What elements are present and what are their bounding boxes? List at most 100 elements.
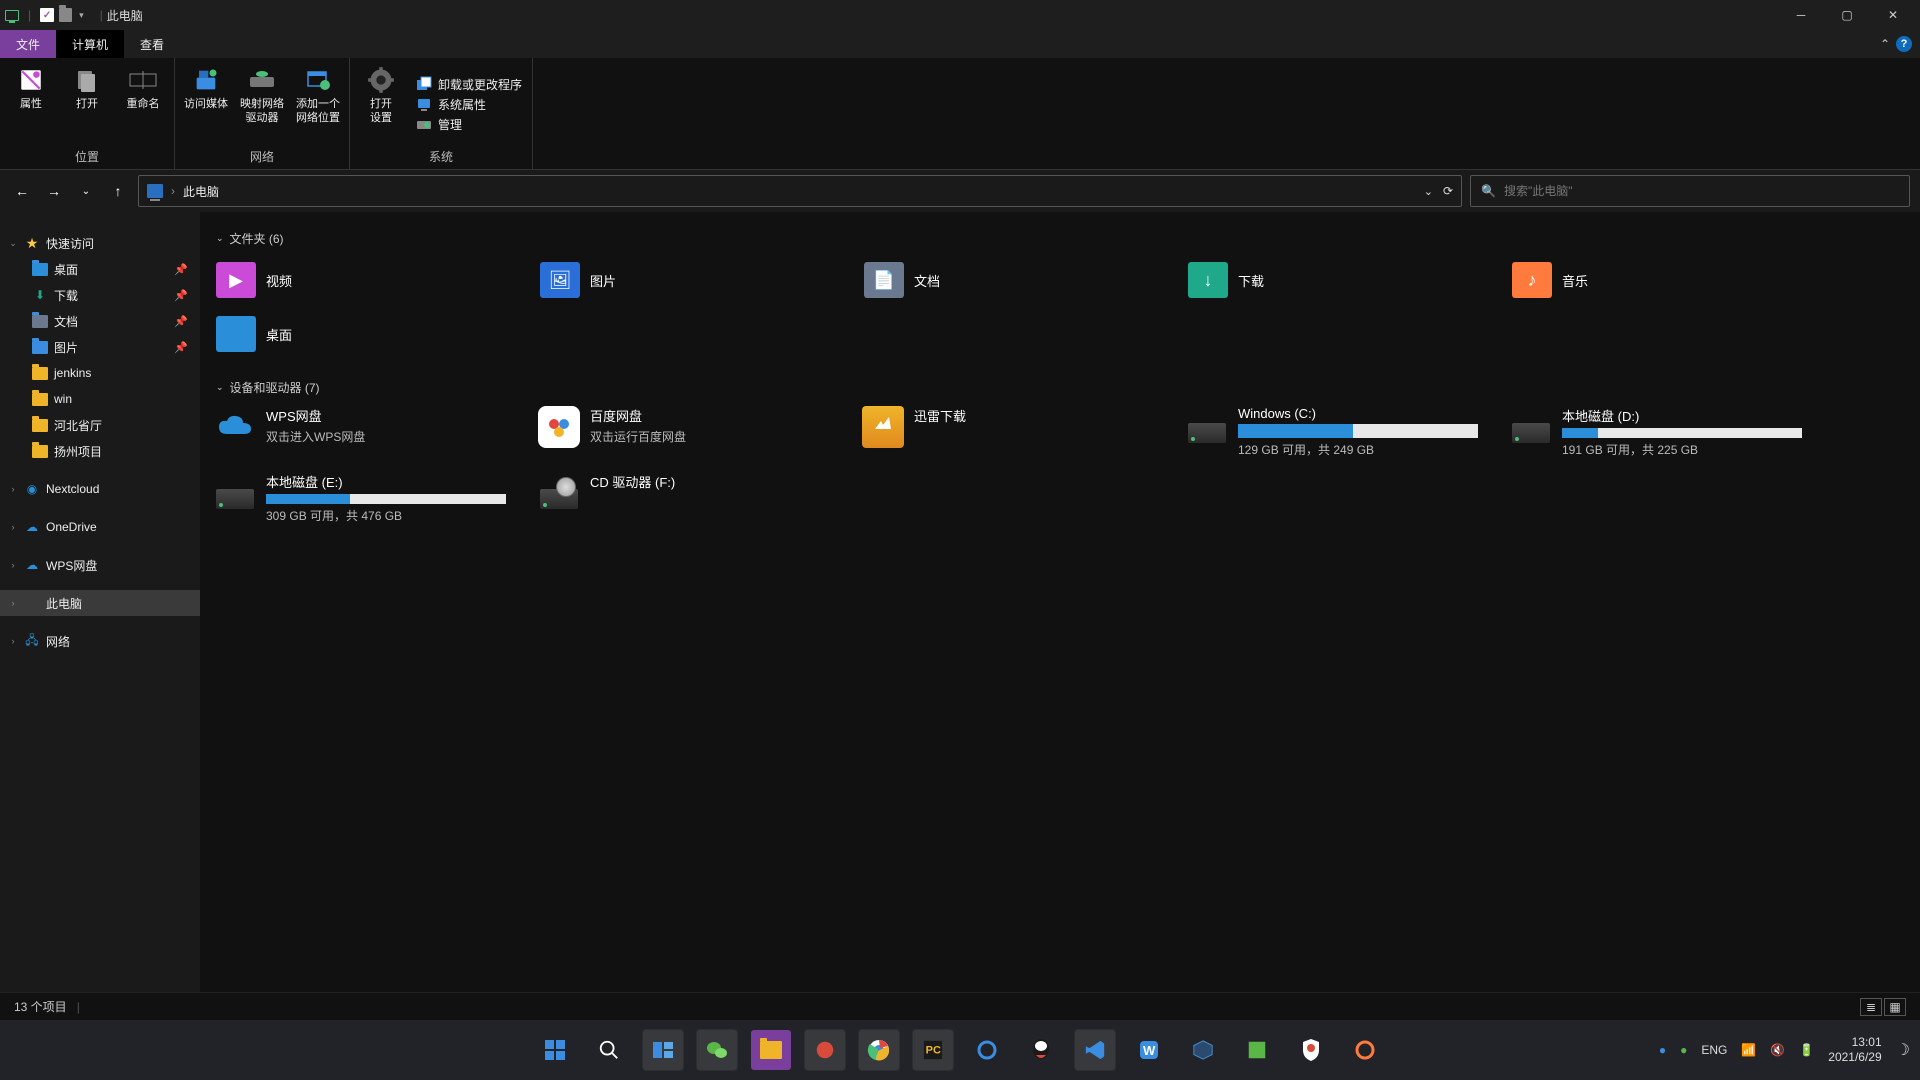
network-icon: 🖧	[24, 633, 40, 649]
status-bar: 13 个项目 | ≣ ▦	[0, 992, 1920, 1020]
system-tray: ● ● ENG 📶 🔇 🔋 13:01 2021/6/29 ☽	[1659, 1035, 1910, 1065]
taskbar-taskview[interactable]	[643, 1030, 683, 1070]
tray-battery-icon[interactable]: 🔋	[1799, 1043, 1814, 1057]
ribbon-collapse-icon[interactable]: ⌃	[1880, 37, 1890, 51]
sidebar-this-pc[interactable]: ›此电脑	[0, 590, 200, 616]
drive-item[interactable]: 迅雷下载	[860, 404, 1180, 460]
taskbar-wechat[interactable]	[697, 1030, 737, 1070]
sidebar-jenkins[interactable]: jenkins	[0, 360, 200, 386]
taskbar-app-green[interactable]	[1237, 1030, 1277, 1070]
up-button[interactable]: ↑	[106, 179, 130, 203]
breadcrumb-current[interactable]: 此电脑	[183, 183, 219, 200]
taskbar-qq[interactable]	[1021, 1030, 1061, 1070]
search-box[interactable]: 🔍	[1470, 175, 1910, 207]
sidebar-quick-access[interactable]: ⌄★快速访问	[0, 230, 200, 256]
folder-item[interactable]: ↓下载	[1184, 255, 1504, 305]
access-media-button[interactable]: 访问媒体	[181, 62, 231, 146]
section-header-drives[interactable]: ⌄设备和驱动器 (7)	[216, 379, 1908, 396]
back-button[interactable]: ←	[10, 179, 34, 203]
taskbar-app-red[interactable]	[805, 1030, 845, 1070]
sidebar-yangzhou[interactable]: 扬州项目	[0, 438, 200, 464]
drive-item[interactable]: 百度网盘双击运行百度网盘	[536, 404, 856, 460]
view-details-button[interactable]: ≣	[1860, 998, 1882, 1016]
open-settings-button[interactable]: 打开 设置	[356, 62, 406, 146]
taskbar-chrome[interactable]	[859, 1030, 899, 1070]
close-button[interactable]: ✕	[1870, 0, 1916, 30]
minimize-button[interactable]: ─	[1778, 0, 1824, 30]
access-media-icon	[191, 66, 221, 94]
section-header-folders[interactable]: ⌄文件夹 (6)	[216, 230, 1908, 247]
folder-item[interactable]: 📄文档	[860, 255, 1180, 305]
uninstall-button[interactable]: 卸载或更改程序	[416, 76, 522, 93]
taskbar-vscode[interactable]	[1075, 1030, 1115, 1070]
drive-item[interactable]: WPS网盘双击进入WPS网盘	[212, 404, 532, 460]
sidebar-hebei[interactable]: 河北省厅	[0, 412, 200, 438]
sidebar-downloads[interactable]: ⬇下载📌	[0, 282, 200, 308]
taskbar-app-orange[interactable]	[1345, 1030, 1385, 1070]
view-icons-button[interactable]: ▦	[1884, 998, 1906, 1016]
taskbar-explorer[interactable]	[751, 1030, 791, 1070]
search-input[interactable]	[1504, 184, 1899, 198]
tray-clock[interactable]: 13:01 2021/6/29	[1828, 1035, 1881, 1065]
map-drive-label: 映射网络 驱动器	[240, 98, 284, 126]
sidebar-documents[interactable]: 文档📌	[0, 308, 200, 334]
properties-button[interactable]: 属性	[6, 62, 56, 146]
titlebar-caret-icon[interactable]: ▾	[79, 10, 84, 21]
taskbar-pycharm[interactable]: PC	[913, 1030, 953, 1070]
drive-sublabel: 双击运行百度网盘	[590, 428, 854, 445]
map-drive-icon	[247, 66, 277, 94]
history-dropdown[interactable]: ⌄	[74, 179, 98, 203]
folder-item[interactable]: ▶视频	[212, 255, 532, 305]
properties-icon	[16, 66, 46, 94]
tray-volume-icon[interactable]: 🔇	[1770, 1043, 1785, 1057]
map-drive-button[interactable]: 映射网络 驱动器	[237, 62, 287, 146]
taskbar-wps-writer[interactable]: W	[1129, 1030, 1169, 1070]
taskbar-shield[interactable]	[1291, 1030, 1331, 1070]
manage-label: 管理	[438, 116, 462, 133]
refresh-button[interactable]: ⟳	[1443, 184, 1453, 198]
folder-type-icon: ↓	[1188, 262, 1228, 298]
folder-item[interactable]: 🖼图片	[536, 255, 856, 305]
sidebar-nextcloud[interactable]: ›◉Nextcloud	[0, 476, 200, 502]
drive-item[interactable]: 本地磁盘 (E:)309 GB 可用，共 476 GB	[212, 470, 532, 526]
sidebar-network[interactable]: ›🖧网络	[0, 628, 200, 654]
sysprops-button[interactable]: 系统属性	[416, 96, 522, 113]
open-button[interactable]: 打开	[62, 62, 112, 146]
drive-name: 迅雷下载	[914, 406, 1178, 425]
tray-wifi-icon[interactable]: 📶	[1741, 1043, 1756, 1057]
folder-item[interactable]: 桌面	[212, 309, 532, 359]
taskbar-virtualbox[interactable]	[1183, 1030, 1223, 1070]
hdd-icon	[1510, 406, 1552, 448]
sidebar-pictures[interactable]: 图片📌	[0, 334, 200, 360]
taskbar-start[interactable]	[535, 1030, 575, 1070]
drive-item[interactable]: Windows (C:)129 GB 可用，共 249 GB	[1184, 404, 1504, 460]
ribbon: 属性 打开 重命名 位置 访问媒体 映射网络 驱动器	[0, 58, 1920, 170]
address-bar[interactable]: › 此电脑 ⌄ ⟳	[138, 175, 1462, 207]
folder-item[interactable]: ♪音乐	[1508, 255, 1828, 305]
drive-item[interactable]: CD 驱动器 (F:)	[536, 470, 856, 526]
maximize-button[interactable]: ▢	[1824, 0, 1870, 30]
rename-button[interactable]: 重命名	[118, 62, 168, 146]
folder-label: 图片	[590, 271, 616, 290]
taskbar-search[interactable]	[589, 1030, 629, 1070]
manage-button[interactable]: 管理	[416, 116, 522, 133]
add-location-button[interactable]: 添加一个 网络位置	[293, 62, 343, 146]
sidebar-desktop[interactable]: 桌面📌	[0, 256, 200, 282]
taskbar-app-loop[interactable]	[967, 1030, 1007, 1070]
forward-button[interactable]: →	[42, 179, 66, 203]
tray-notifications-icon[interactable]: ☽	[1896, 1040, 1910, 1060]
tab-computer[interactable]: 计算机	[56, 30, 124, 58]
tray-app-icon[interactable]: ●	[1659, 1043, 1666, 1057]
tab-file[interactable]: 文件	[0, 30, 56, 58]
help-icon[interactable]: ?	[1896, 36, 1912, 52]
sidebar-onedrive[interactable]: ›☁OneDrive	[0, 514, 200, 540]
sidebar-win[interactable]: win	[0, 386, 200, 412]
tray-wechat-icon[interactable]: ●	[1680, 1043, 1687, 1057]
drive-item[interactable]: 本地磁盘 (D:)191 GB 可用，共 225 GB	[1508, 404, 1828, 460]
tray-language[interactable]: ENG	[1701, 1043, 1727, 1057]
address-dropdown-icon[interactable]: ⌄	[1424, 185, 1433, 198]
ribbon-group-location-label: 位置	[6, 146, 168, 167]
tab-view[interactable]: 查看	[124, 30, 180, 58]
svg-text:PC: PC	[926, 1045, 941, 1057]
sidebar-wps[interactable]: ›☁WPS网盘	[0, 552, 200, 578]
